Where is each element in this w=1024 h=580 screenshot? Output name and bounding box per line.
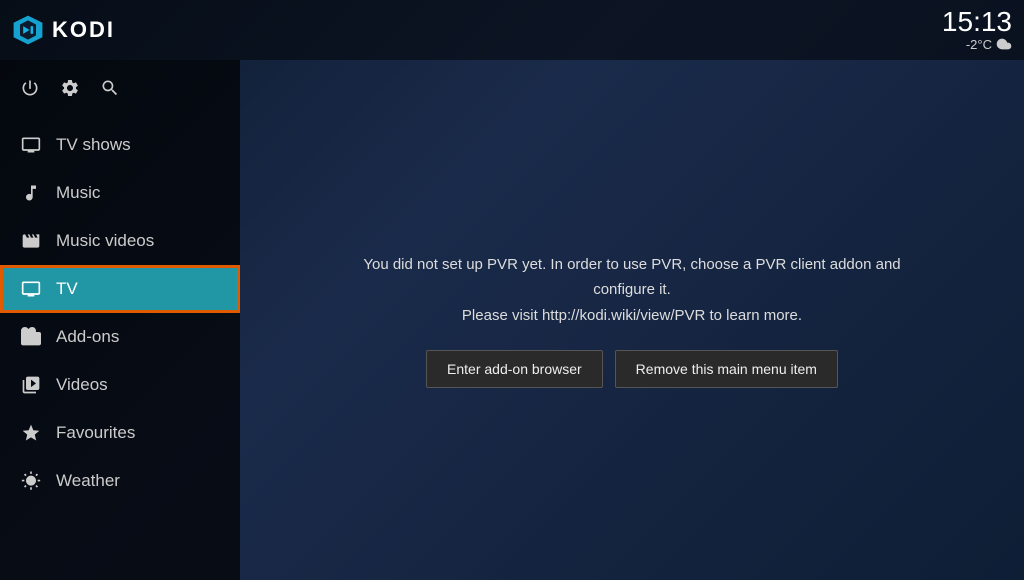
sidebar-item-favourites[interactable]: Favourites xyxy=(0,409,240,457)
pvr-buttons: Enter add-on browser Remove this main me… xyxy=(352,350,912,388)
sidebar-item-videos[interactable]: Videos xyxy=(0,361,240,409)
power-button[interactable] xyxy=(20,78,40,103)
sidebar-item-tv[interactable]: TV xyxy=(0,265,240,313)
sidebar-controls xyxy=(0,68,240,121)
music-icon xyxy=(20,182,42,204)
main-area: TV shows Music Music videos xyxy=(0,60,1024,580)
temperature: -2°C xyxy=(966,37,992,52)
weather-info: -2°C xyxy=(966,36,1012,52)
sidebar-label-music-videos: Music videos xyxy=(56,231,154,251)
search-button[interactable] xyxy=(100,78,120,103)
tv-shows-icon xyxy=(20,134,42,156)
pvr-message: You did not set up PVR yet. In order to … xyxy=(352,252,912,389)
content-area: You did not set up PVR yet. In order to … xyxy=(240,60,1024,580)
videos-icon xyxy=(20,374,42,396)
top-bar-right: 15:13 -2°C xyxy=(942,8,1012,52)
sidebar: TV shows Music Music videos xyxy=(0,60,240,580)
sidebar-label-favourites: Favourites xyxy=(56,423,135,443)
kodi-logo-icon xyxy=(12,14,44,46)
logo-area: KODI xyxy=(12,14,252,46)
favourites-icon xyxy=(20,422,42,444)
sidebar-label-weather: Weather xyxy=(56,471,120,491)
sidebar-item-tv-shows[interactable]: TV shows xyxy=(0,121,240,169)
enter-addon-browser-button[interactable]: Enter add-on browser xyxy=(426,350,603,388)
app-title: KODI xyxy=(52,17,115,43)
tv-icon xyxy=(20,278,42,300)
sidebar-label-tv: TV xyxy=(56,279,78,299)
app-container: KODI 15:13 -2°C xyxy=(0,0,1024,580)
sidebar-label-videos: Videos xyxy=(56,375,108,395)
cloud-icon xyxy=(996,36,1012,52)
weather-icon xyxy=(20,470,42,492)
sidebar-label-music: Music xyxy=(56,183,100,203)
settings-button[interactable] xyxy=(60,78,80,103)
sidebar-item-music-videos[interactable]: Music videos xyxy=(0,217,240,265)
sidebar-item-music[interactable]: Music xyxy=(0,169,240,217)
add-ons-icon xyxy=(20,326,42,348)
sidebar-label-tv-shows: TV shows xyxy=(56,135,131,155)
sidebar-item-add-ons[interactable]: Add-ons xyxy=(0,313,240,361)
top-bar: KODI 15:13 -2°C xyxy=(0,0,1024,60)
remove-menu-item-button[interactable]: Remove this main menu item xyxy=(615,350,838,388)
sidebar-label-add-ons: Add-ons xyxy=(56,327,119,347)
pvr-text-line1: You did not set up PVR yet. In order to … xyxy=(352,252,912,329)
clock-display: 15:13 xyxy=(942,8,1012,36)
sidebar-item-weather[interactable]: Weather xyxy=(0,457,240,505)
music-videos-icon xyxy=(20,230,42,252)
